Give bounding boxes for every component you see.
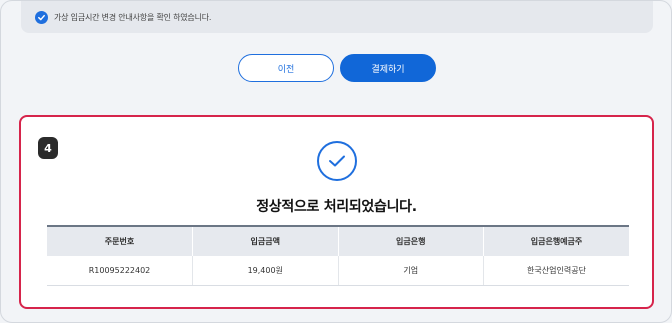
amount-cell: 19,400원 xyxy=(192,256,339,286)
result-title: 정상적으로 처리되었습니다. xyxy=(256,199,417,215)
column-header-amount: 입금금액 xyxy=(192,225,339,256)
result-panel: 4 정상적으로 처리되었습니다. 주문번호 입금금액 입금은행 입금은행예금주 … xyxy=(19,115,654,309)
prev-button[interactable]: 이전 xyxy=(238,54,334,82)
result-table: 주문번호 입금금액 입금은행 입금은행예금주 R10095222402 19,4… xyxy=(47,225,629,286)
action-buttons: 이전 결제하기 xyxy=(1,54,671,82)
order-number-cell: R10095222402 xyxy=(47,256,193,286)
notice-text: 가상 입금시간 변경 안내사항을 확인 하였습니다. xyxy=(54,12,212,22)
step-badge: 4 xyxy=(38,137,58,159)
column-header-account-holder: 입금은행예금주 xyxy=(483,225,629,256)
pay-button[interactable]: 결제하기 xyxy=(340,54,436,82)
column-header-order-number: 주문번호 xyxy=(47,225,193,256)
success-check-icon xyxy=(317,141,357,181)
page-frame: 가상 입금시간 변경 안내사항을 확인 하였습니다. 이전 결제하기 4 정상적… xyxy=(0,0,672,323)
check-circle-icon[interactable] xyxy=(35,10,48,24)
table-header-row: 주문번호 입금금액 입금은행 입금은행예금주 xyxy=(47,225,629,256)
bank-cell: 기업 xyxy=(338,256,484,286)
notice-bar: 가상 입금시간 변경 안내사항을 확인 하였습니다. xyxy=(21,1,653,33)
table-row: R10095222402 19,400원 기업 한국산업인력공단 xyxy=(47,256,629,286)
column-header-bank: 입금은행 xyxy=(338,225,484,256)
account-holder-cell: 한국산업인력공단 xyxy=(483,256,629,286)
